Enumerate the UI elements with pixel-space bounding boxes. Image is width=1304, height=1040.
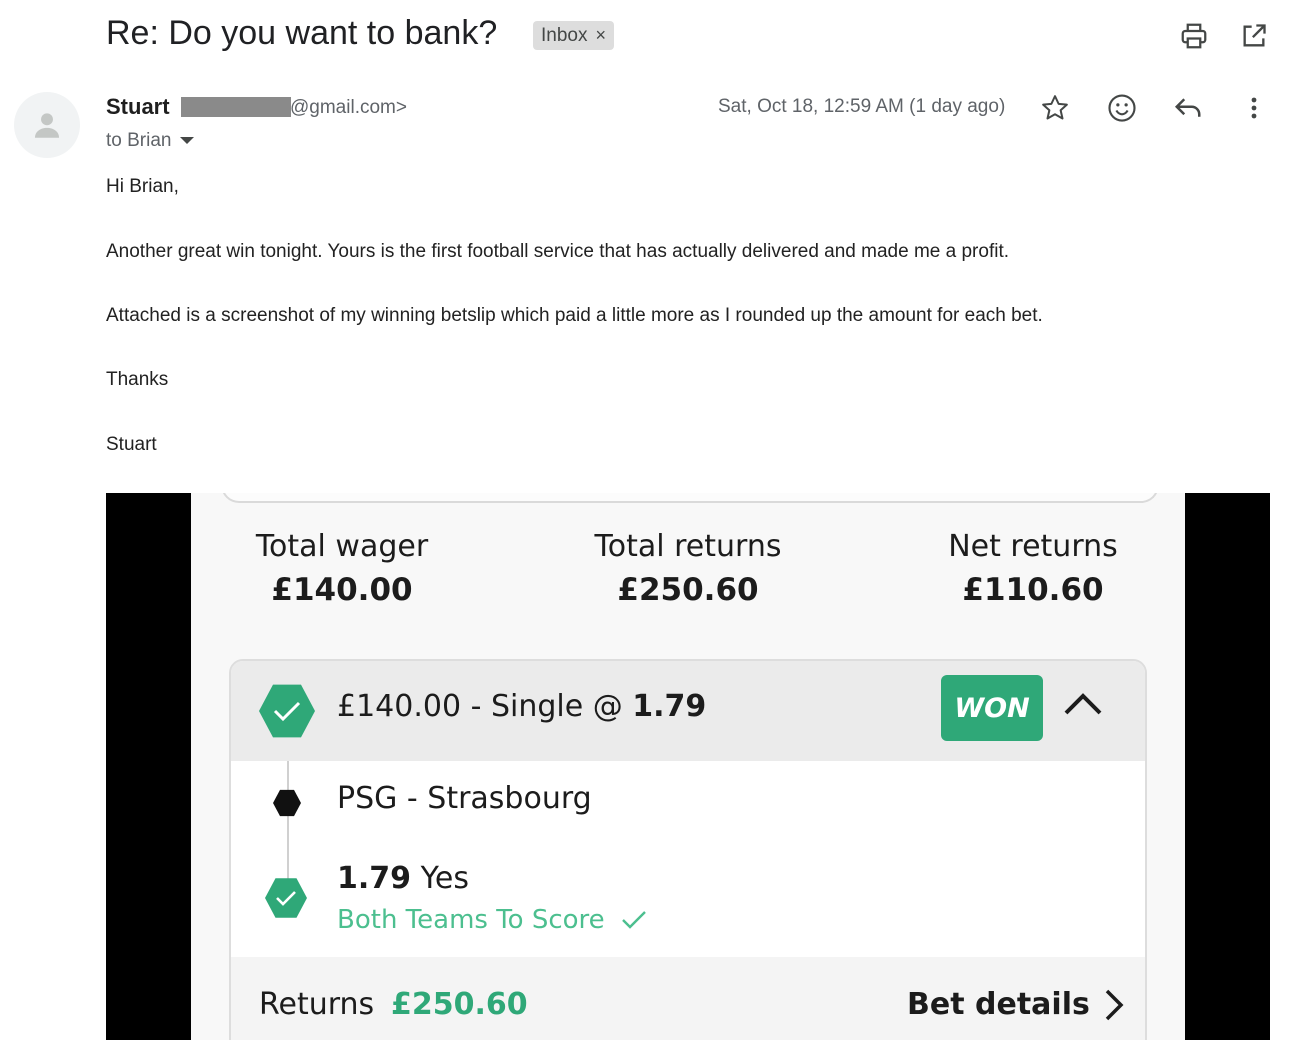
match-name: PSG - Strasbourg xyxy=(337,781,592,816)
selection-odds: 1.79 xyxy=(337,861,412,896)
bet-title-prefix: £140.00 - Single @ xyxy=(337,689,633,724)
total-wager: Total wager £140.00 xyxy=(212,529,472,608)
label-chip-text: Inbox xyxy=(541,24,588,46)
total-wager-label: Total wager xyxy=(255,529,429,564)
email-subject: Re: Do you want to bank? xyxy=(106,14,498,52)
recipients-line[interactable]: to Brian xyxy=(106,130,195,152)
check-badge-icon xyxy=(259,684,315,738)
selection-check-icon xyxy=(265,878,307,918)
net-returns-value: £110.60 xyxy=(962,572,1104,608)
body-greeting: Hi Brian, xyxy=(106,176,179,197)
net-returns-label: Net returns xyxy=(948,529,1118,564)
bet-card: £140.00 - Single @ 1.79 WON PSG - Strasb… xyxy=(229,659,1147,1040)
timeline-line xyxy=(287,761,289,886)
chevron-right-icon xyxy=(1105,989,1124,1020)
body-paragraph-2: Attached is a screenshot of my winning b… xyxy=(106,305,1043,326)
selection-line: 1.79 Yes xyxy=(337,861,469,896)
market-line: Both Teams To Score xyxy=(337,905,647,935)
sender-avatar[interactable] xyxy=(14,92,80,158)
email-date: Sat, Oct 18, 12:59 AM (1 day ago) xyxy=(718,96,1006,117)
returns-label: Returns xyxy=(259,987,375,1022)
total-returns: Total returns £250.60 xyxy=(558,529,818,608)
bet-footer: Returns £250.60 Bet details xyxy=(231,957,1145,1040)
star-icon[interactable] xyxy=(1037,90,1073,126)
remove-label-icon[interactable]: × xyxy=(595,25,606,46)
total-returns-label: Total returns xyxy=(594,529,782,564)
won-status-badge: WON xyxy=(941,675,1043,741)
selection-value: Yes xyxy=(420,861,470,896)
bet-header[interactable]: £140.00 - Single @ 1.79 WON xyxy=(231,661,1145,761)
bet-title-odds: 1.79 xyxy=(632,689,707,724)
open-in-new-window-icon[interactable] xyxy=(1236,18,1272,54)
total-returns-value: £250.60 xyxy=(617,572,759,608)
bet-details-label: Bet details xyxy=(907,987,1090,1022)
recipients-text: to Brian xyxy=(106,130,172,151)
sender-email: @gmail.com> xyxy=(290,97,407,118)
print-icon[interactable] xyxy=(1176,18,1212,54)
bet-details-link[interactable]: Bet details xyxy=(907,987,1124,1022)
redacted-email xyxy=(181,97,291,117)
net-returns: Net returns £110.60 xyxy=(903,529,1163,608)
emoji-icon[interactable] xyxy=(1104,90,1140,126)
market-name: Both Teams To Score xyxy=(337,905,605,935)
card-edge xyxy=(221,493,1159,503)
body-paragraph-1: Another great win tonight. Yours is the … xyxy=(106,241,1010,262)
chevron-up-icon[interactable] xyxy=(1063,691,1103,721)
body-signature: Stuart xyxy=(106,434,157,455)
match-dot-icon xyxy=(273,789,301,817)
bet-title: £140.00 - Single @ 1.79 xyxy=(337,689,706,724)
more-vert-icon[interactable] xyxy=(1236,90,1272,126)
sender-name: Stuart xyxy=(106,94,170,119)
total-wager-value: £140.00 xyxy=(271,572,413,608)
betslip-app: Total wager £140.00 Total returns £250.6… xyxy=(191,493,1185,1040)
inbox-label-chip[interactable]: Inbox × xyxy=(533,21,614,50)
dropdown-arrow-icon[interactable] xyxy=(179,136,195,146)
returns-value: £250.60 xyxy=(391,987,528,1022)
attached-betslip-image[interactable]: Total wager £140.00 Total returns £250.6… xyxy=(106,493,1270,1040)
reply-icon[interactable] xyxy=(1170,90,1206,126)
market-check-icon xyxy=(621,911,646,929)
body-thanks: Thanks xyxy=(106,369,169,390)
